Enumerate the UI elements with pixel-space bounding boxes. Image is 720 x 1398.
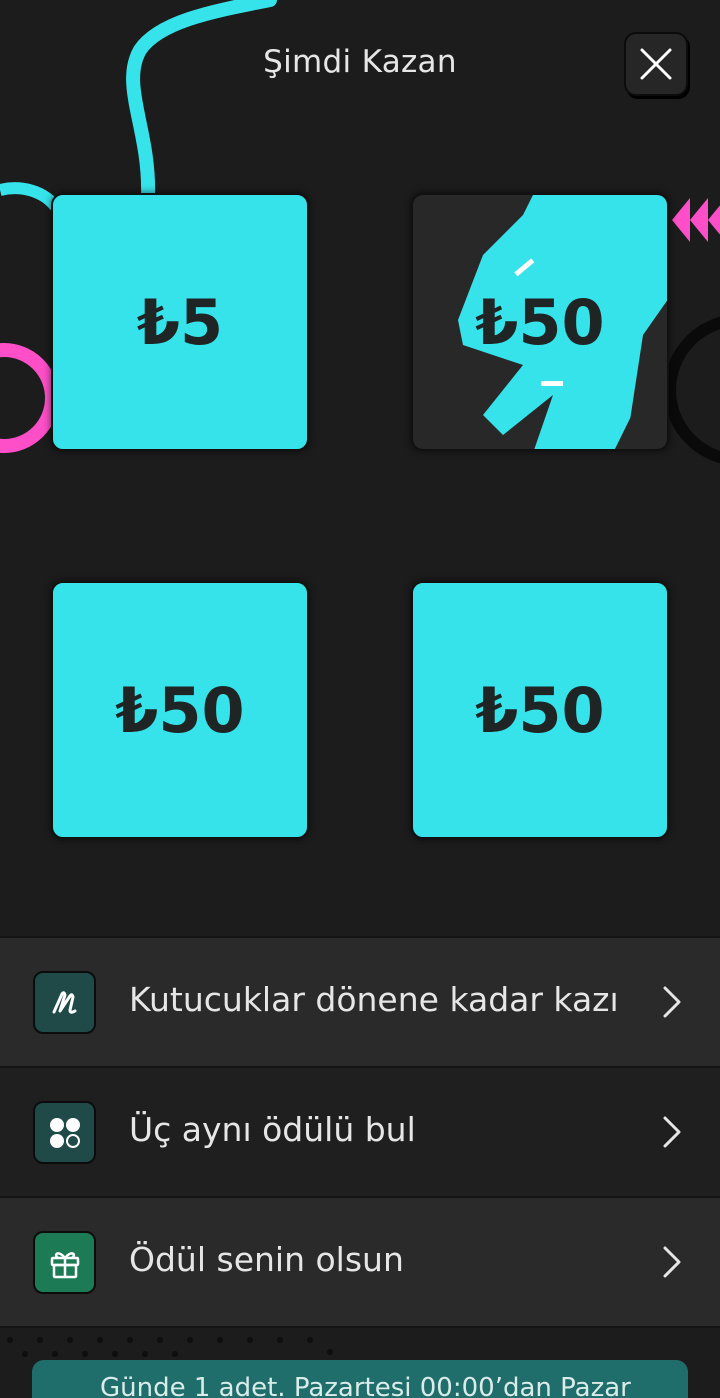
step-label: Ödül senin olsun [129,1240,404,1279]
step-label: Üç aynı ödülü bul [129,1110,416,1149]
prize-amount: ₺50 [475,285,605,359]
circles-icon [33,1101,96,1164]
chevron-right-icon [663,1116,681,1148]
step-label: Kutucuklar dönene kadar kazı [129,980,619,1019]
scratch-card-1[interactable]: ₺5 [51,193,309,451]
chevron-right-icon [663,1246,681,1278]
close-icon [640,48,672,80]
close-button[interactable] [624,32,688,96]
scratch-card-2[interactable]: ₺50 [411,193,669,451]
prize-amount: ₺50 [475,673,605,747]
step-scratch[interactable]: Kutucuklar dönene kadar kazı [0,936,720,1066]
prize-amount: ₺5 [136,285,224,359]
chevron-right-icon [663,986,681,1018]
scratch-card-3[interactable]: ₺50 [51,581,309,839]
scratch-icon [33,971,96,1034]
step-find-three[interactable]: Üç aynı ödülü bul [0,1066,720,1196]
notice-banner: Günde 1 adet. Pazartesi 00:00’dan Pazar [32,1360,688,1398]
page-title: Şimdi Kazan [263,44,457,80]
notice-text: Günde 1 adet. Pazartesi 00:00’dan Pazar [100,1373,631,1398]
step-reward[interactable]: Ödül senin olsun [0,1196,720,1326]
prize-amount: ₺50 [115,673,245,747]
gift-icon [33,1231,96,1294]
scratch-card-4[interactable]: ₺50 [411,581,669,839]
divider [0,1326,720,1328]
